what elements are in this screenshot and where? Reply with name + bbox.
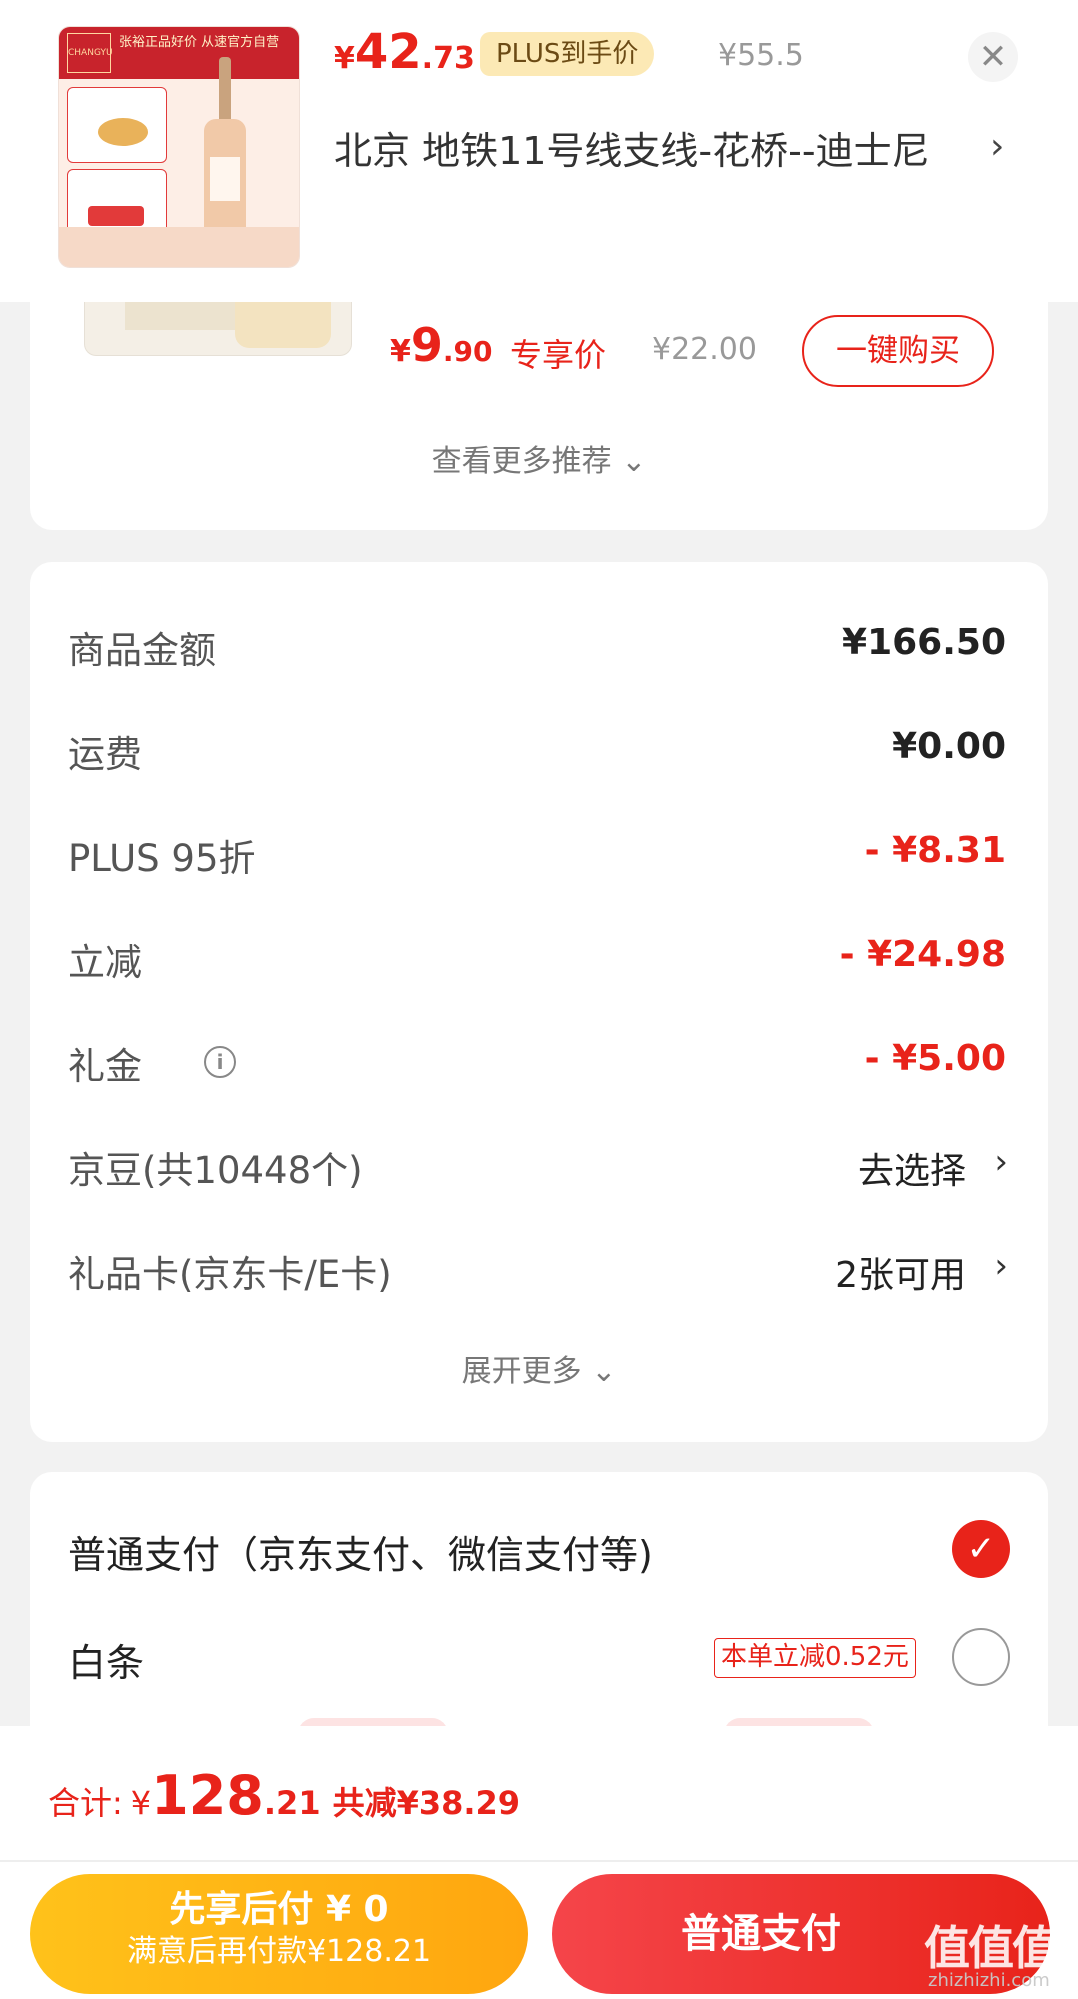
wine-bottle-image (204, 57, 246, 243)
row-value: - ¥24.98 (839, 934, 1006, 975)
price-symbol: ¥ (334, 41, 355, 76)
price-symbol: ¥ (390, 334, 411, 369)
jd-beans-row[interactable]: 京豆(共10448个) 去选择 › (68, 1130, 1008, 1192)
cost-breakdown-card: 商品金额 ¥166.50 运费 ¥0.00 PLUS 95折 - ¥8.31 立… (30, 562, 1048, 1442)
chevron-right-icon[interactable]: › (994, 1246, 1008, 1286)
row-label: 运费 (68, 733, 142, 776)
price-decimal: .21 (263, 1784, 321, 1822)
pay-later-title: 先享后付 ¥ 0 (169, 1889, 389, 1930)
price-integer: 128 (151, 1764, 264, 1827)
product-thumbnail[interactable]: CHANGYU 张裕正品好价 从速官方自营 (58, 26, 300, 268)
info-icon[interactable]: i (204, 1046, 236, 1078)
price-integer: 9 (410, 318, 443, 372)
total-label: 合计: (48, 1784, 123, 1822)
checkout-bar: 合计: ¥ 128 .21 共减¥38.29 先享后付 ¥ 0 满意后再付款¥1… (0, 1726, 1078, 1999)
thumbnail-banner-text: 张裕正品好价 从速官方自营 (119, 35, 280, 50)
gift-card-available[interactable]: 2张可用 (835, 1246, 966, 1298)
total-saved: 共减¥38.29 (332, 1784, 521, 1822)
recommended-original-price: ¥22.00 (652, 332, 757, 367)
original-price: ¥55.5 (718, 38, 804, 73)
pay-later-subtitle: 满意后再付款¥128.21 (126, 1934, 432, 1969)
row-value: ¥0.00 (892, 726, 1006, 767)
plus-price-badge: PLUS到手价 (480, 32, 655, 76)
row-value: - ¥8.31 (864, 830, 1006, 871)
thumbnail-promo-card (67, 87, 167, 163)
row-label: 立减 (68, 941, 142, 984)
thumbnail-promo-card (67, 169, 167, 233)
subtotal-row: 商品金额 ¥166.50 (68, 610, 1008, 672)
expand-more-link[interactable]: 展开更多 ⌄ (30, 1346, 1048, 1390)
product-header: CHANGYU 张裕正品好价 从速官方自营 ¥ 42 .73 PLUS到手价 ¥… (0, 0, 1078, 302)
select-beans-action[interactable]: 去选择 (858, 1142, 966, 1194)
row-label: PLUS 95折 (68, 837, 256, 880)
row-label: 礼金 (68, 1045, 142, 1088)
unchecked-radio-icon[interactable] (952, 1628, 1010, 1686)
normal-payment-option[interactable]: 普通支付（京东支付、微信支付等) (68, 1524, 653, 1579)
order-total: 合计: ¥ 128 .21 共减¥38.29 (48, 1764, 520, 1827)
close-icon[interactable]: ✕ (968, 32, 1018, 82)
row-value: ¥166.50 (842, 622, 1006, 663)
plus-price: ¥ 42 .73 (334, 24, 475, 84)
row-label: 商品金额 (68, 629, 216, 672)
thumbnail-footer-strip (59, 227, 299, 267)
shipping-row: 运费 ¥0.00 (68, 714, 1008, 776)
plus-discount-row: PLUS 95折 - ¥8.31 (68, 818, 1008, 880)
one-click-buy-button[interactable]: 一键购买 (802, 315, 994, 387)
view-more-recommendations-link[interactable]: 查看更多推荐 ⌄ (30, 436, 1048, 480)
row-label: 京豆(共10448个) (68, 1149, 363, 1192)
watermark-logo: 值值值 (924, 1921, 1058, 1975)
instant-discount-row: 立减 - ¥24.98 (68, 922, 1008, 984)
gift-money-row: 礼金 i - ¥5.00 (68, 1026, 1008, 1088)
watermark-url: zhizhizhi.com (928, 1970, 1050, 1991)
recommended-price: ¥ 9 .90 (390, 318, 493, 372)
pay-later-button[interactable]: 先享后付 ¥ 0 满意后再付款¥128.21 (30, 1874, 528, 1994)
thumbnail-banner: CHANGYU 张裕正品好价 从速官方自营 (59, 27, 299, 79)
gift-card-row[interactable]: 礼品卡(京东卡/E卡) 2张可用 › (68, 1234, 1008, 1296)
chevron-right-icon[interactable]: › (990, 126, 1004, 167)
brand-logo: CHANGYU (67, 33, 113, 73)
row-label: 礼品卡(京东卡/E卡) (68, 1253, 392, 1296)
price-symbol: ¥ (130, 1784, 152, 1822)
delivery-address[interactable]: 北京 地铁11号线支线-花桥--迪士尼 (334, 124, 974, 178)
divider (0, 1860, 1078, 1862)
row-value: - ¥5.00 (864, 1038, 1006, 1079)
baitiao-payment-option[interactable]: 白条 (68, 1632, 144, 1687)
price-integer: 42 (354, 24, 422, 80)
chevron-right-icon[interactable]: › (994, 1142, 1008, 1182)
baitiao-discount-tag: 本单立减0.52元 (714, 1638, 916, 1678)
price-decimal: .73 (421, 41, 475, 76)
exclusive-price-tag: 专享价 (510, 336, 607, 374)
checked-radio-icon[interactable]: ✓ (952, 1520, 1010, 1578)
price-decimal: .90 (442, 335, 493, 368)
